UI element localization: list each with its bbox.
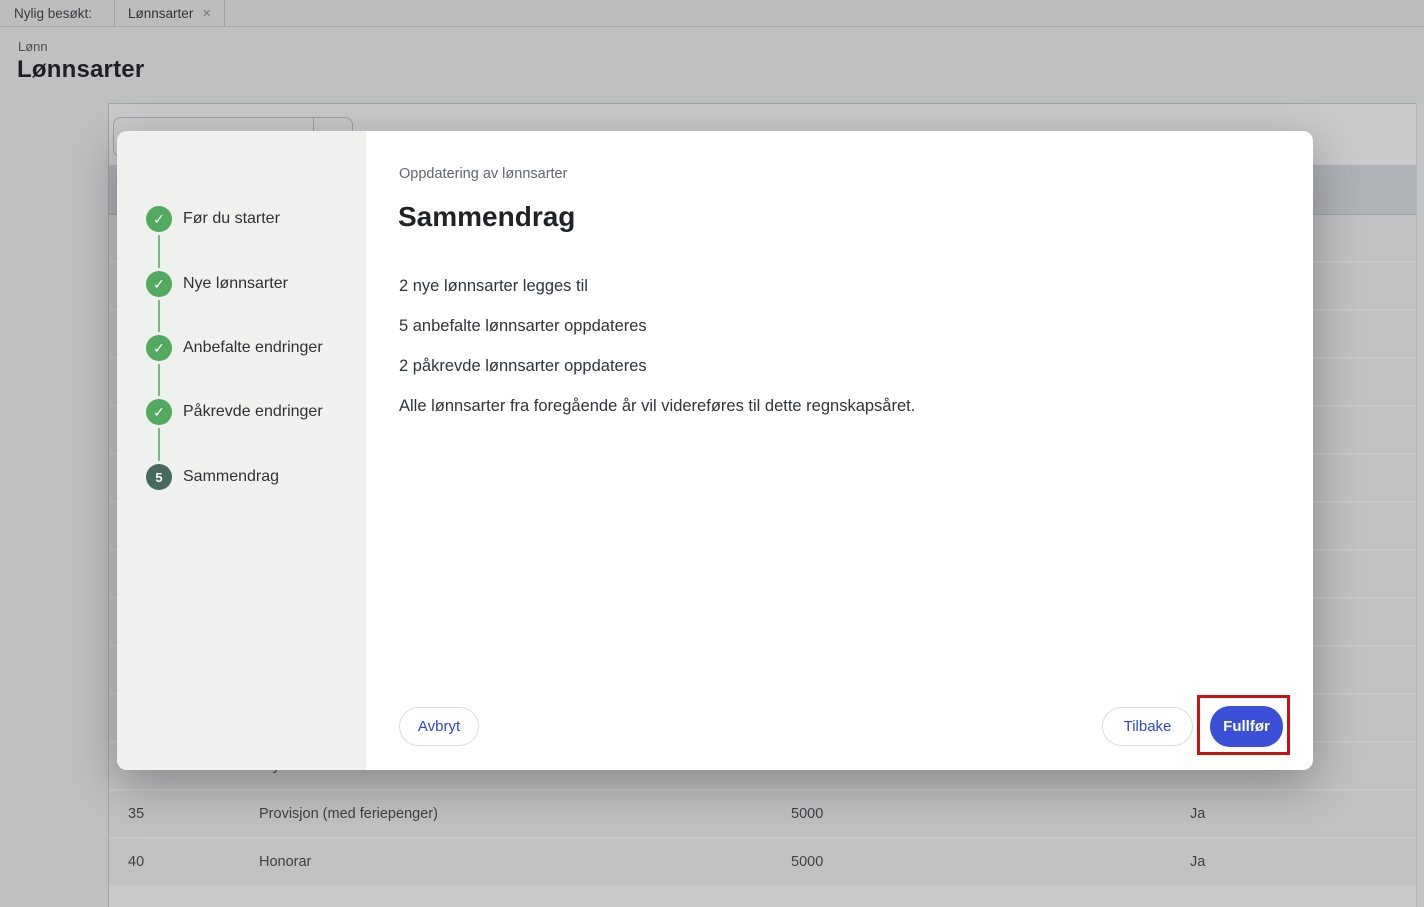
update-wizard-modal: ✓ Før du starter ✓ Nye lønnsarter ✓ Anbe…: [117, 131, 1313, 770]
step-anbefalte-endringer[interactable]: ✓ Anbefalte endringer: [146, 335, 323, 361]
summary-line: 5 anbefalte lønnsarter oppdateres: [399, 317, 915, 335]
summary-text: 2 nye lønnsarter legges til 5 anbefalte …: [399, 277, 915, 437]
check-icon: ✓: [146, 335, 172, 361]
summary-line: 2 nye lønnsarter legges til: [399, 277, 915, 295]
step-number-badge: 5: [146, 464, 172, 490]
step-connector: [158, 428, 160, 461]
step-label: Før du starter: [183, 210, 280, 228]
step-label: Påkrevde endringer: [183, 403, 323, 421]
modal-eyebrow: Oppdatering av lønnsarter: [399, 166, 567, 182]
wizard-stepper: ✓ Før du starter ✓ Nye lønnsarter ✓ Anbe…: [117, 131, 366, 770]
check-icon: ✓: [146, 271, 172, 297]
step-connector: [158, 235, 160, 268]
finish-button[interactable]: Fullfør: [1210, 706, 1283, 747]
step-label: Sammendrag: [183, 468, 279, 486]
step-nye-lonnsarter[interactable]: ✓ Nye lønnsarter: [146, 271, 288, 297]
step-connector: [158, 364, 160, 396]
cancel-button[interactable]: Avbryt: [399, 707, 479, 746]
step-sammendrag[interactable]: 5 Sammendrag: [146, 464, 279, 490]
step-label: Nye lønnsarter: [183, 275, 288, 293]
modal-title: Sammendrag: [398, 201, 575, 233]
check-icon: ✓: [146, 399, 172, 425]
back-button[interactable]: Tilbake: [1102, 707, 1193, 746]
step-connector: [158, 300, 160, 332]
step-for-du-starter[interactable]: ✓ Før du starter: [146, 206, 280, 232]
step-label: Anbefalte endringer: [183, 339, 323, 357]
summary-line: 2 påkrevde lønnsarter oppdateres: [399, 357, 915, 375]
step-pakrevde-endringer[interactable]: ✓ Påkrevde endringer: [146, 399, 323, 425]
check-icon: ✓: [146, 206, 172, 232]
app-screen: Nylig besøkt: Lønnsarter × Lønn Lønnsart…: [0, 0, 1424, 907]
modal-content: Oppdatering av lønnsarter Sammendrag 2 n…: [366, 131, 1313, 770]
summary-line: Alle lønnsarter fra foregående år vil vi…: [399, 397, 915, 415]
